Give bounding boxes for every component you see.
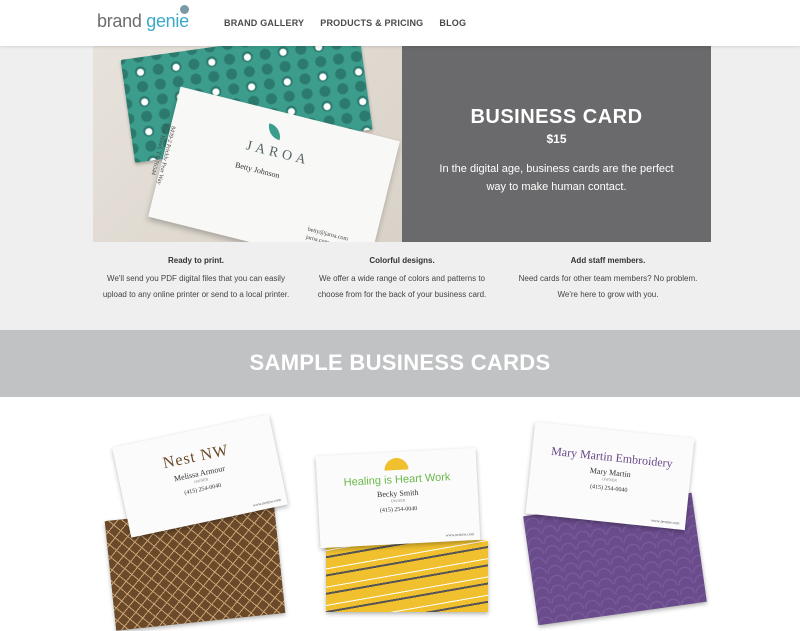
nav-brand-gallery[interactable]: BRAND GALLERY xyxy=(224,18,304,28)
hero-info-panel: BUSINESS CARD $15 In the digital age, bu… xyxy=(402,46,711,242)
hero-description: In the digital age, business cards are t… xyxy=(439,163,674,193)
feature-colorful-designs: Colorful designs. We offer a wide range … xyxy=(299,256,505,303)
sample-card-nest-nw[interactable]: Nest NW Melissa Armour OWNER (415) 254-0… xyxy=(104,414,310,631)
site-header: brand genie BRAND GALLERY PRODUCTS & PRI… xyxy=(0,0,800,46)
card-web: www.nestnw.com xyxy=(252,496,282,508)
feature-title: Add staff members. xyxy=(570,256,646,265)
card-contact: betty@jaroa.com jaroa.com xyxy=(305,226,349,242)
feature-text: We offer a wide range of colors and patt… xyxy=(317,274,487,299)
card-front: Healing is Heart Work Becky Smith OWNER … xyxy=(315,447,481,549)
sample-cards-banner: SAMPLE BUSINESS CARDS xyxy=(0,330,800,397)
hero-business-card-photo: JAROA Betty Johnson 8439-2 Prickly Pear … xyxy=(93,46,402,242)
feature-text: We'll send you PDF digital files that yo… xyxy=(102,274,290,299)
feature-title: Colorful designs. xyxy=(369,256,435,265)
card-back-pattern xyxy=(326,540,488,612)
features-row: Ready to print. We'll send you PDF digit… xyxy=(93,256,711,303)
feature-text: Need cards for other team members? No pr… xyxy=(518,274,698,299)
logo-text-brand: brand xyxy=(97,11,147,31)
card-name: Betty Johnson xyxy=(234,160,281,181)
feature-add-staff: Add staff members. Need cards for other … xyxy=(505,256,711,303)
nav-products-pricing[interactable]: PRODUCTS & PRICING xyxy=(320,18,423,28)
section-title: SAMPLE BUSINESS CARDS xyxy=(249,350,551,375)
leaf-logo-icon xyxy=(265,123,283,141)
nav-blog[interactable]: BLOG xyxy=(439,18,466,28)
feature-ready-to-print: Ready to print. We'll send you PDF digit… xyxy=(93,256,299,303)
logo-text-genie: genie xyxy=(146,5,190,31)
hero-price: $15 xyxy=(546,132,567,146)
card-front: Mary Martin Embroidery Mary Martin OWNER… xyxy=(525,421,695,531)
card-web: www.nestnw.com xyxy=(650,517,680,526)
sample-card-healing[interactable]: Healing is Heart Work Becky Smith OWNER … xyxy=(315,420,516,612)
card-web: www.nestnw.com xyxy=(445,531,475,538)
sun-logo-icon xyxy=(383,457,409,471)
brand-logo[interactable]: brand genie xyxy=(97,5,190,32)
main-nav: BRAND GALLERY PRODUCTS & PRICING BLOG xyxy=(224,18,482,28)
sample-card-mary-martin[interactable]: Mary Martin Embroidery Mary Martin OWNER… xyxy=(520,420,720,626)
feature-title: Ready to print. xyxy=(167,256,224,265)
hero-title: BUSINESS CARD xyxy=(470,106,643,128)
